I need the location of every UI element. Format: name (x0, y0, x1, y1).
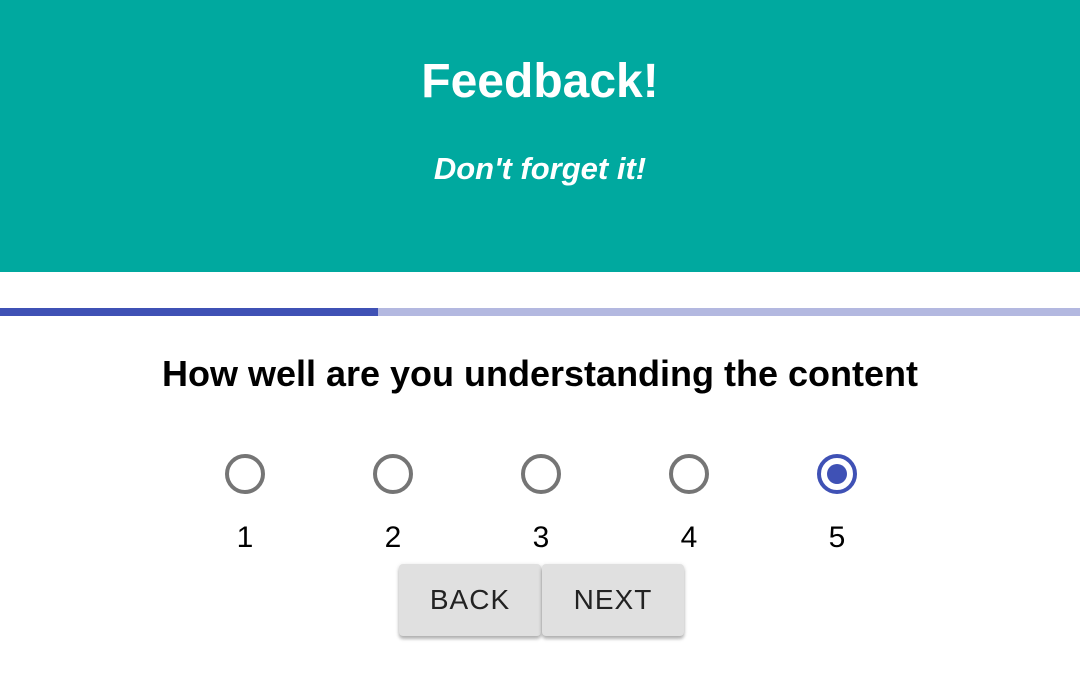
radio-button[interactable] (521, 454, 561, 494)
rating-option-1[interactable]: 1 (205, 452, 285, 562)
rating-label: 1 (236, 521, 254, 554)
rating-option-3[interactable]: 3 (501, 452, 581, 562)
radio-button[interactable] (373, 454, 413, 494)
rating-scale: 1 2 3 4 5 (0, 452, 1080, 562)
question-text: How well are you understanding the conte… (161, 353, 919, 394)
rating-label: 4 (680, 521, 698, 554)
progress-bar-fill (0, 308, 378, 316)
back-button[interactable]: BACK (399, 564, 541, 636)
page-title: Feedback! (421, 55, 659, 108)
rating-label: 5 (828, 521, 846, 554)
header-banner: Feedback! Don't forget it! (0, 0, 1080, 272)
next-button[interactable]: NEXT (542, 564, 684, 636)
rating-option-5[interactable]: 5 (797, 452, 877, 562)
rating-option-2[interactable]: 2 (353, 452, 433, 562)
rating-label: 2 (384, 521, 402, 554)
rating-option-4[interactable]: 4 (649, 452, 729, 562)
radio-selected-dot (827, 464, 847, 484)
radio-button[interactable] (669, 454, 709, 494)
radio-button[interactable] (225, 454, 265, 494)
radio-button[interactable] (817, 454, 857, 494)
rating-label: 3 (532, 521, 550, 554)
progress-bar (0, 308, 1080, 316)
page-subtitle: Don't forget it! (433, 151, 647, 186)
